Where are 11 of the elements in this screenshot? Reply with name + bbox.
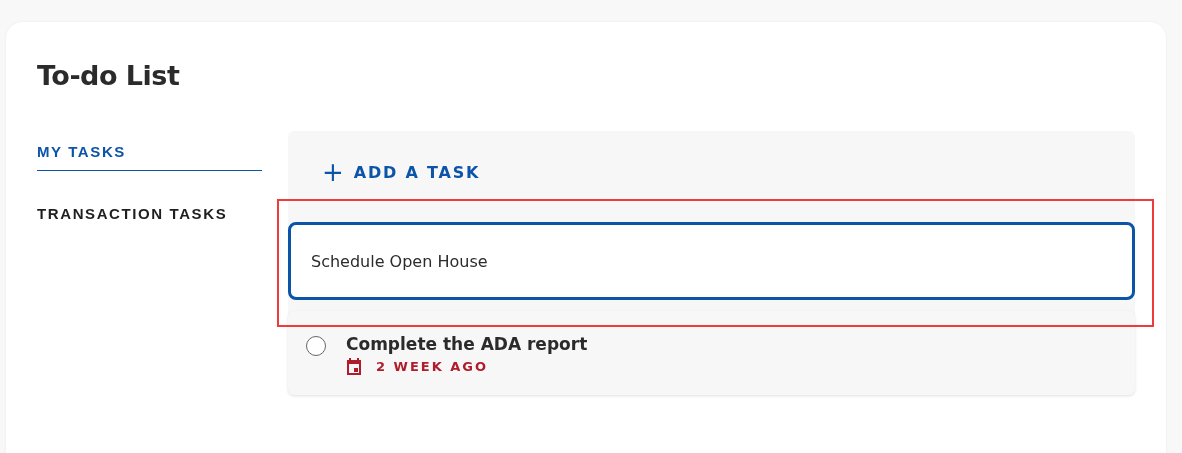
plus-icon: + (322, 159, 344, 185)
due-date: 2 WEEK AGO (376, 359, 489, 374)
tab[interactable]: MY TASKS (37, 143, 262, 171)
tab[interactable]: TRANSACTION TASKS (37, 205, 262, 233)
task-input-field[interactable]: Schedule Open House (288, 222, 1135, 300)
page-title: To-do List (37, 59, 180, 91)
calendar-icon (346, 358, 362, 375)
add-task-button[interactable]: + ADD A TASK (322, 159, 481, 185)
task-checkbox[interactable] (306, 336, 326, 356)
task-title: Complete the ADA report (346, 334, 588, 354)
task-item[interactable]: Complete the ADA report 2 WEEK AGO (288, 311, 1135, 395)
